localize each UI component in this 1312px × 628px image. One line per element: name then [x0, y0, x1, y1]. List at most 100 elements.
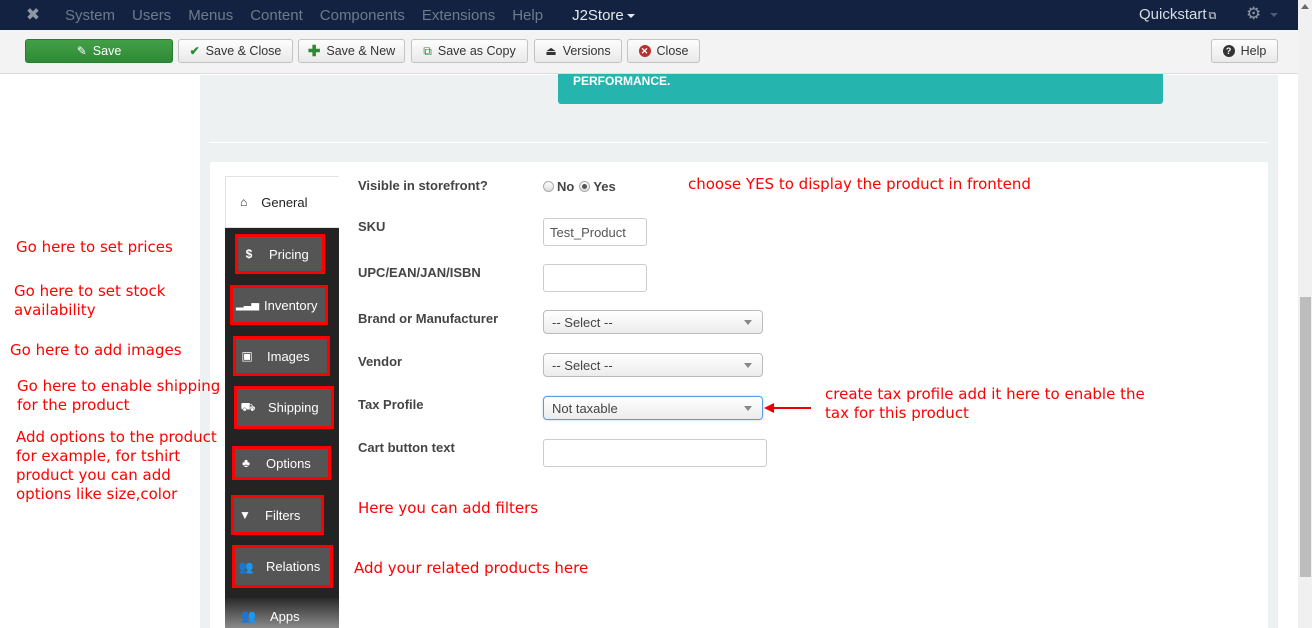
annotation-line: options like size,color [16, 485, 178, 503]
save-new-label: Save & New [326, 44, 396, 58]
menu-help[interactable]: Help [512, 7, 543, 24]
save-copy-button[interactable]: ⧉ Save as Copy [411, 39, 528, 63]
scroll-up-arrow-icon[interactable] [1301, 4, 1309, 9]
tab-shipping-label: Shipping [268, 400, 319, 415]
tab-options[interactable]: ♣ Options [232, 446, 331, 480]
vertical-scrollbar[interactable] [1298, 0, 1312, 628]
tab-options-label: Options [266, 455, 311, 471]
save-new-button[interactable]: ✚ Save & New [298, 39, 405, 63]
tab-shipping[interactable]: ⛟ Shipping [234, 386, 334, 429]
right-margin [1278, 75, 1298, 628]
vendor-select[interactable]: -- Select -- [543, 353, 763, 377]
promo-banner-text: PERFORMANCE. [573, 74, 671, 88]
image-icon: ▣ [241, 349, 253, 363]
annotation-pricing: Go here to set prices [16, 238, 173, 256]
annotation-line: Go here to enable shipping [17, 377, 221, 395]
versions-button[interactable]: ⏏ Versions [534, 39, 622, 63]
joomla-logo-icon[interactable]: ✖ [24, 6, 42, 24]
tab-apps-label: Apps [269, 608, 300, 624]
vendor-select-value: -- Select -- [552, 357, 613, 373]
home-icon: ⌂ [240, 195, 248, 209]
radio-no-label[interactable]: No [557, 179, 574, 194]
annotation-relations: Add your related products here [354, 559, 589, 577]
radio-yes[interactable] [579, 181, 591, 192]
quickstart-link[interactable]: Quickstart ⧉ [1139, 6, 1216, 23]
annotation-line: availability [14, 301, 96, 319]
menu-system[interactable]: System [65, 7, 115, 24]
radio-no[interactable] [543, 181, 554, 192]
save-close-label: Save & Close [205, 44, 282, 58]
upc-label: UPC/EAN/JAN/ISBN [358, 265, 481, 280]
brand-select[interactable]: -- Select -- [543, 310, 763, 334]
users-icon: 👥 [241, 609, 256, 623]
versions-label: Versions [562, 44, 611, 58]
save-label: Save [92, 44, 122, 58]
annotation-shipping: Go here to enable shipping for the produ… [17, 377, 220, 415]
close-icon: ✕ [638, 45, 651, 57]
visible-label: Visible in storefront? [358, 178, 488, 193]
divider [209, 142, 1268, 143]
check-icon: ✔ [189, 44, 200, 58]
upc-input[interactable] [543, 264, 647, 292]
toolbar: ✎ Save ✔ Save & Close ✚ Save & New ⧉ Sav… [0, 30, 1298, 74]
save-close-button[interactable]: ✔ Save & Close [178, 39, 293, 63]
tab-inventory[interactable]: ▂▃▅ Inventory [230, 285, 328, 325]
signal-bars-icon: ▂▃▅ [236, 299, 260, 311]
annotation-line: tax for this product [825, 404, 969, 422]
annotation-line: for example, for tshirt [16, 447, 181, 465]
radio-yes-label[interactable]: Yes [593, 179, 615, 194]
tab-relations[interactable]: 👥 Relations [232, 545, 333, 588]
annotation-filters: Here you can add filters [358, 499, 539, 517]
main-menu: System Users Menus Content Components Ex… [65, 0, 652, 30]
dollar-icon: $ [245, 247, 253, 261]
annotation-images: Go here to add images [10, 341, 182, 359]
cart-button-text-input[interactable] [543, 439, 767, 467]
tax-profile-select[interactable]: Not taxable [543, 396, 763, 420]
filter-icon: ▼ [239, 508, 251, 522]
tab-images[interactable]: ▣ Images [233, 336, 330, 376]
menu-users[interactable]: Users [132, 7, 171, 24]
tab-pricing[interactable]: $ Pricing [235, 234, 325, 274]
plus-icon: ✚ [307, 42, 321, 60]
scrollbar-thumb[interactable] [1300, 297, 1311, 577]
annotation-visible: choose YES to display the product in fro… [688, 175, 1031, 193]
cart-button-label: Cart button text [358, 440, 455, 455]
save-button[interactable]: ✎ Save [25, 39, 173, 63]
menu-components[interactable]: Components [320, 7, 405, 24]
annotation-line: Go here to set stock [14, 282, 166, 300]
menu-menus[interactable]: Menus [188, 7, 233, 24]
annotation-line: Add options to the product [16, 428, 217, 446]
close-button[interactable]: ✕ Close [627, 39, 700, 63]
save-copy-label: Save as Copy [437, 44, 516, 58]
external-link-icon: ⧉ [1208, 10, 1217, 22]
annotation-arrow-icon [764, 403, 811, 413]
arrow-shaft [772, 407, 811, 409]
close-label: Close [656, 44, 689, 58]
menu-j2store[interactable]: J2Store [572, 7, 635, 24]
tab-inventory-label: Inventory [264, 297, 318, 313]
chevron-down-icon [744, 363, 752, 368]
gear-icon[interactable]: ⚙ [1246, 4, 1261, 24]
sku-input[interactable]: Test_Product [543, 218, 647, 246]
tab-filters[interactable]: ▼ Filters [231, 495, 324, 535]
edit-icon: ✎ [76, 44, 87, 58]
annotation-inventory: Go here to set stock availability [14, 282, 165, 320]
tab-general[interactable]: ⌂ General [225, 176, 339, 228]
tab-images-label: Images [267, 348, 310, 364]
menu-extensions[interactable]: Extensions [422, 7, 495, 24]
copy-icon: ⧉ [423, 44, 432, 58]
tab-relations-label: Relations [266, 559, 321, 574]
chevron-down-icon [744, 320, 752, 325]
annotation-line: for the product [17, 396, 130, 414]
brand-select-value: -- Select -- [552, 314, 613, 330]
help-button[interactable]: ? Help [1211, 39, 1278, 63]
tab-pricing-label: Pricing [269, 246, 309, 262]
chevron-down-icon[interactable] [1270, 13, 1278, 17]
tab-apps[interactable]: 👥 Apps [225, 604, 339, 628]
menu-content[interactable]: Content [250, 7, 303, 24]
question-icon: ? [1222, 45, 1235, 57]
sku-label: SKU [358, 219, 386, 234]
users-icon: 👥 [238, 559, 254, 574]
tax-profile-value: Not taxable [552, 400, 618, 416]
chevron-down-icon [744, 406, 752, 411]
